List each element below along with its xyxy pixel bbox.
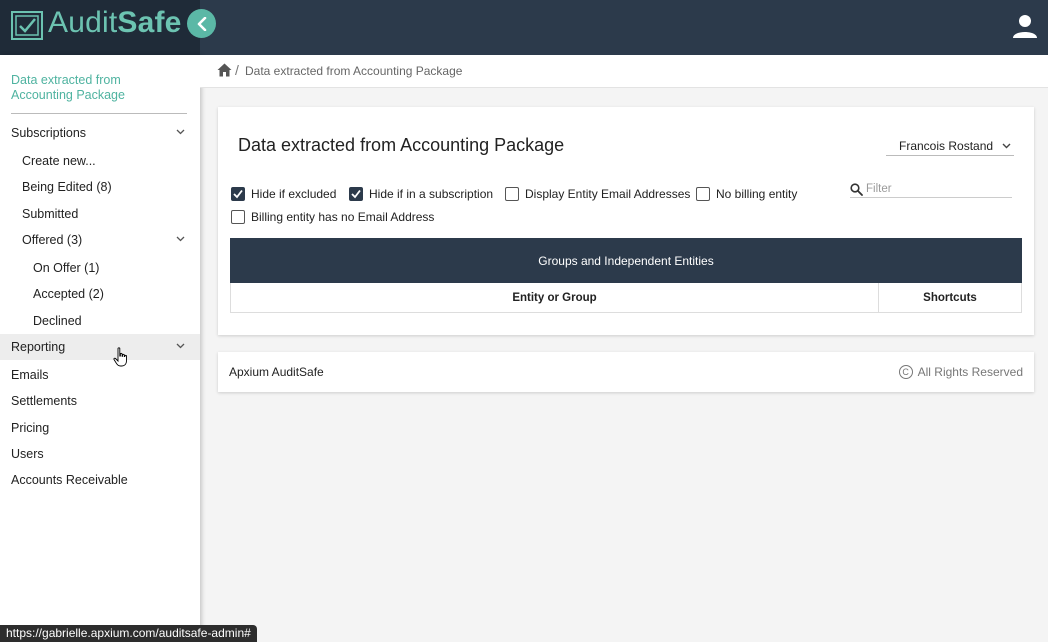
- chevron-left-icon: [197, 16, 206, 31]
- checkbox-label: Hide if excluded: [251, 187, 337, 201]
- sidebar-item-label: Subscriptions: [11, 126, 87, 140]
- top-bar: AuditSafe: [0, 0, 1048, 55]
- chevron-down-icon: [176, 236, 185, 242]
- sidebar-item-declined[interactable]: Declined: [0, 308, 200, 334]
- checkbox-box: [231, 187, 245, 201]
- sidebar: Data extracted from Accounting Package S…: [0, 55, 200, 642]
- sidebar-item-label: Accepted (2): [33, 287, 104, 301]
- sidebar-item-label: Being Edited (8): [22, 180, 112, 194]
- footer-company: Apxium AuditSafe: [229, 365, 324, 379]
- breadcrumb-current: Data extracted from Accounting Package: [245, 64, 463, 78]
- sidebar-item-label: Create new...: [22, 154, 96, 168]
- sidebar-item-create-new[interactable]: Create new...: [0, 148, 200, 174]
- sidebar-item-label: Offered (3): [22, 233, 83, 247]
- home-icon[interactable]: [217, 63, 232, 77]
- grid-group-header: Groups and Independent Entities: [230, 238, 1022, 283]
- data-card: Data extracted from Accounting Package F…: [218, 107, 1034, 335]
- chevron-down-icon: [1002, 143, 1011, 149]
- user-select-dropdown[interactable]: Francois Rostand: [886, 138, 1014, 156]
- sidebar-item-users[interactable]: Users: [0, 441, 200, 467]
- checkbox-box: [349, 187, 363, 201]
- sidebar-item-on-offer[interactable]: On Offer (1): [0, 255, 200, 281]
- sidebar-item-offered[interactable]: Offered (3): [0, 227, 200, 253]
- sidebar-item-label: Pricing: [11, 421, 50, 435]
- sidebar-item-subscriptions[interactable]: Subscriptions: [0, 120, 200, 146]
- sidebar-item-accounts-receivable[interactable]: Accounts Receivable: [0, 467, 200, 493]
- sidebar-item-submitted[interactable]: Submitted: [0, 201, 200, 227]
- checkbox-box: [505, 187, 519, 201]
- grid-column-headers: Entity or Group Shortcuts: [230, 283, 1022, 313]
- page-title: Data extracted from Accounting Package: [238, 135, 565, 155]
- collapse-sidebar-button[interactable]: [187, 9, 216, 38]
- main-content: / Data extracted from Accounting Package…: [200, 55, 1048, 642]
- hide-if-excluded-checkbox[interactable]: Hide if excluded: [231, 186, 336, 202]
- sidebar-item-label: Reporting: [11, 340, 66, 354]
- check-icon: [351, 189, 361, 199]
- chevron-down-icon: [176, 343, 185, 349]
- search-icon: [850, 183, 863, 196]
- checkbox-label: No billing entity: [716, 187, 798, 201]
- check-icon: [233, 189, 243, 199]
- billing-no-email-checkbox[interactable]: Billing entity has no Email Address: [231, 209, 434, 225]
- sidebar-heading-link[interactable]: Data extracted from Accounting Package: [11, 73, 181, 103]
- footer-rights: C All Rights Reserved: [898, 365, 1023, 379]
- app-logo-text: AuditSafe: [48, 6, 182, 39]
- column-shortcuts[interactable]: Shortcuts: [879, 283, 1021, 312]
- sidebar-item-settlements[interactable]: Settlements: [0, 388, 200, 414]
- checkbox-box: [696, 187, 710, 201]
- logo-panel: AuditSafe: [0, 0, 200, 55]
- sidebar-divider: [11, 113, 187, 114]
- column-entity-or-group[interactable]: Entity or Group: [231, 283, 879, 312]
- checkbox-box: [231, 210, 245, 224]
- sidebar-item-label: Submitted: [22, 207, 79, 221]
- checkbox-label: Display Entity Email Addresses: [525, 187, 691, 201]
- breadcrumb: / Data extracted from Accounting Package: [200, 55, 1048, 88]
- sidebar-item-label: On Offer (1): [33, 261, 100, 275]
- chevron-down-icon: [176, 129, 185, 135]
- footer-rights-text: All Rights Reserved: [917, 365, 1023, 379]
- user-account-icon[interactable]: [1012, 13, 1038, 39]
- hand-pointer-cursor-icon: [113, 347, 127, 367]
- grid-group-header-label: Groups and Independent Entities: [538, 253, 714, 268]
- copyright-icon: C: [898, 365, 913, 379]
- status-bar-url: https://gabrielle.apxium.com/auditsafe-a…: [0, 625, 257, 642]
- checkbox-label: Billing entity has no Email Address: [251, 210, 435, 224]
- sidebar-item-accepted[interactable]: Accepted (2): [0, 281, 200, 307]
- sidebar-item-emails[interactable]: Emails: [0, 362, 200, 388]
- checkbox-label: Hide if in a subscription: [369, 187, 494, 201]
- filter-input[interactable]: [866, 181, 1006, 196]
- logo-check-icon: [11, 11, 43, 40]
- sidebar-item-label: Emails: [11, 368, 49, 382]
- sidebar-item-label: Settlements: [11, 394, 78, 408]
- sidebar-item-pricing[interactable]: Pricing: [0, 415, 200, 441]
- footer: Apxium AuditSafe C All Rights Reserved: [218, 352, 1034, 392]
- hide-if-in-subscription-checkbox[interactable]: Hide if in a subscription: [349, 186, 493, 202]
- sidebar-item-label: Users: [11, 447, 44, 461]
- no-billing-entity-checkbox[interactable]: No billing entity: [696, 186, 797, 202]
- user-select-value: Francois Rostand: [899, 139, 994, 153]
- display-entity-email-checkbox[interactable]: Display Entity Email Addresses: [505, 186, 690, 202]
- breadcrumb-separator: /: [235, 62, 239, 78]
- filter-field: [850, 181, 1012, 198]
- sidebar-item-label: Accounts Receivable: [11, 473, 128, 487]
- sidebar-item-reporting[interactable]: Reporting: [0, 334, 200, 360]
- sidebar-item-label: Declined: [33, 314, 82, 328]
- sidebar-item-being-edited[interactable]: Being Edited (8): [0, 174, 200, 200]
